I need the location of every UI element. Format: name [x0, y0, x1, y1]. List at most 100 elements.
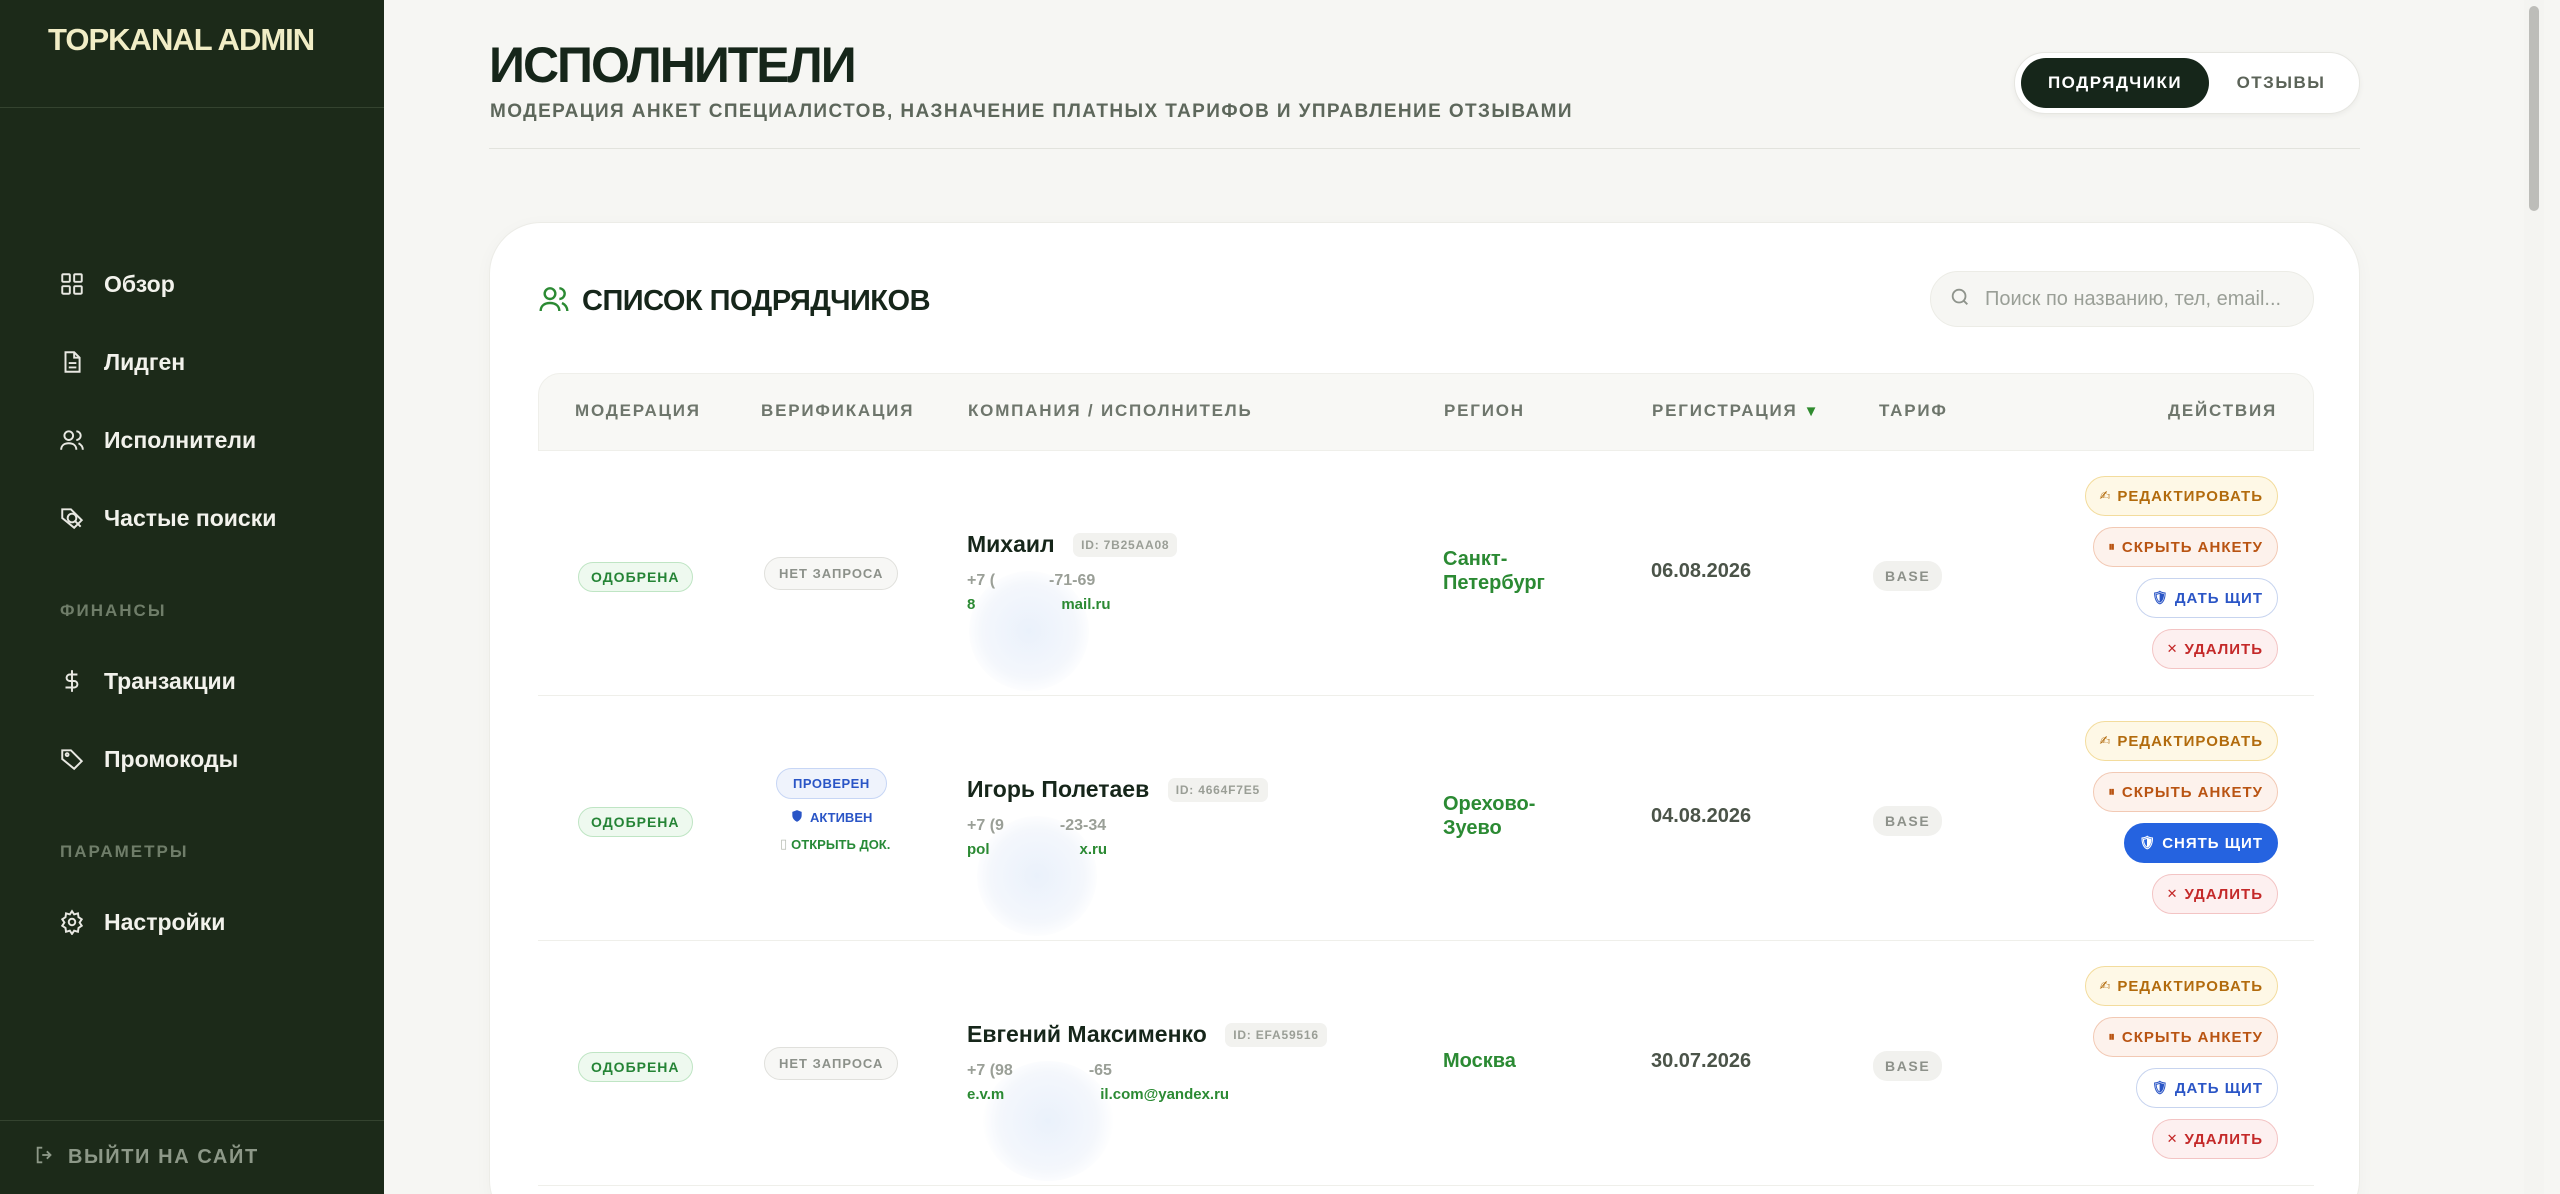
column-region[interactable]: РЕГИОН: [1444, 401, 1525, 421]
column-registration-label: РЕГИСТРАЦИЯ: [1652, 401, 1798, 420]
shield-icon: 🛡: [2151, 590, 2169, 605]
registration-date: 30.07.2026: [1651, 1050, 1752, 1072]
row-actions: ✍ РЕДАКТИРОВАТЬ ⏸ СКРЫТЬ АНКЕТУ 🛡 ДАТЬ ЩИТ …: [2084, 966, 2278, 1170]
verification-active: АКТИВЕН: [790, 809, 890, 826]
moderation-status-badge[interactable]: ОДОБРЕНА: [578, 1052, 693, 1082]
sidebar-item-label: Лидген: [104, 348, 186, 375]
exit-to-site-button[interactable]: ВЫЙТИ НА САЙТ: [0, 1120, 384, 1194]
grid-icon: [58, 270, 86, 298]
contractor-id: ID: 7B25AA08: [1073, 532, 1178, 557]
contractor-email[interactable]: 8 mail.ru: [967, 596, 1177, 613]
sidebar-item-transactions[interactable]: Транзакции: [58, 661, 236, 701]
contractor-email[interactable]: pol x.ru: [967, 841, 1268, 858]
exit-label: ВЫЙТИ НА САЙТ: [68, 1146, 259, 1168]
table-row: ОДОБРЕНА НЕТ ЗАПРОСА Евгений Максименко …: [538, 941, 2314, 1186]
contractor-email[interactable]: e.v.m il.com@yandex.ru: [967, 1086, 1327, 1103]
search-input[interactable]: [1985, 287, 2305, 311]
contractor-info: Игорь Полетаев ID: 4664F7E5 +7 (9 -23-34 …: [967, 776, 1268, 936]
sidebar-section-params: ПАРАМЕТРЫ: [60, 842, 189, 861]
contractor-id: ID: EFA59516: [1225, 1022, 1327, 1047]
close-icon: ✕: [2166, 1131, 2179, 1146]
column-company[interactable]: КОМПАНИЯ / ИСПОЛНИТЕЛЬ: [968, 401, 1253, 421]
open-document-link[interactable]: ▯ ОТКРЫТЬ ДОК.: [780, 836, 890, 852]
row-actions: ✍ РЕДАКТИРОВАТЬ ⏸ СКРЫТЬ АНКЕТУ 🛡 СНЯТЬ ЩИТ…: [2084, 721, 2278, 925]
scrollbar-thumb[interactable]: [2529, 6, 2539, 211]
moderation-status-badge[interactable]: ОДОБРЕНА: [578, 807, 693, 837]
header-divider: [489, 148, 2360, 149]
column-tariff[interactable]: ТАРИФ: [1879, 401, 1948, 421]
verification-status-badge: НЕТ ЗАПРОСА: [764, 557, 899, 590]
card-header: СПИСОК ПОДРЯДЧИКОВ: [538, 283, 931, 320]
contractor-info: Евгений Максименко ID: EFA59516 +7 (98 -6…: [967, 1021, 1327, 1181]
sidebar-item-settings[interactable]: Настройки: [58, 902, 225, 942]
tariff-badge[interactable]: BASE: [1873, 1051, 1943, 1081]
region-text: Санкт- Петербург: [1443, 548, 1545, 594]
pencil-icon: ✍: [2099, 488, 2112, 503]
pencil-icon: ✍: [2099, 978, 2112, 993]
delete-button[interactable]: ✕ УДАЛИТЬ: [2151, 874, 2278, 914]
edit-button[interactable]: ✍ РЕДАКТИРОВАТЬ: [2084, 966, 2278, 1006]
pause-icon: ⏸: [2108, 539, 2116, 554]
column-verification[interactable]: ВЕРИФИКАЦИЯ: [761, 401, 914, 421]
contractors-card: СПИСОК ПОДРЯДЧИКОВ МОДЕРАЦИЯ ВЕРИФИКАЦИЯ…: [489, 222, 2360, 1194]
sidebar-item-promocodes[interactable]: Промокоды: [58, 739, 238, 779]
search-tag-icon: [58, 504, 86, 532]
contractors-table: МОДЕРАЦИЯ ВЕРИФИКАЦИЯ КОМПАНИЯ / ИСПОЛНИ…: [538, 373, 2314, 1186]
edit-button[interactable]: ✍ РЕДАКТИРОВАТЬ: [2084, 476, 2278, 516]
sidebar-item-executors[interactable]: Исполнители: [58, 420, 256, 460]
view-switcher: ПОДРЯДЧИКИ ОТЗЫВЫ: [2014, 52, 2360, 114]
sidebar-item-label: Исполнители: [104, 426, 257, 453]
edit-button[interactable]: ✍ РЕДАКТИРОВАТЬ: [2084, 721, 2278, 761]
logout-icon: [34, 1144, 56, 1171]
close-icon: ✕: [2166, 886, 2179, 901]
contractor-phone: +7 (98 -65: [967, 1062, 1112, 1079]
table-header: МОДЕРАЦИЯ ВЕРИФИКАЦИЯ КОМПАНИЯ / ИСПОЛНИ…: [538, 373, 2314, 451]
sidebar-item-overview[interactable]: Обзор: [58, 264, 175, 304]
registration-date: 04.08.2026: [1651, 805, 1752, 827]
sidebar-item-leadgen[interactable]: Лидген: [58, 342, 185, 382]
sidebar-item-label: Промокоды: [104, 745, 239, 772]
tariff-badge[interactable]: BASE: [1873, 806, 1943, 836]
contractor-name[interactable]: Игорь Полетаев: [967, 776, 1149, 803]
document-icon: [58, 348, 86, 376]
table-row: ОДОБРЕНА ПРОВЕРЕН АКТИВЕН ▯ ОТКРЫТЬ ДОК.: [538, 696, 2314, 941]
delete-button[interactable]: ✕ УДАЛИТЬ: [2151, 1119, 2278, 1159]
column-moderation[interactable]: МОДЕРАЦИЯ: [575, 401, 701, 421]
brand-logo[interactable]: TOPKANAL ADMIN: [0, 0, 384, 108]
contractor-name[interactable]: Михаил: [967, 531, 1055, 558]
sidebar-item-label: Частые поиски: [104, 504, 277, 531]
tab-reviews[interactable]: ОТЗЫВЫ: [2209, 58, 2353, 108]
pause-icon: ⏸: [2108, 784, 2116, 799]
main-content: ИСПОЛНИТЕЛИ МОДЕРАЦИЯ АНКЕТ СПЕЦИАЛИСТОВ…: [384, 0, 2544, 1194]
search-box: [1930, 271, 2314, 327]
contractor-phone: +7 (-71-69: [967, 572, 1096, 589]
dollar-icon: [58, 667, 86, 695]
page-scrollbar[interactable]: [2524, 0, 2544, 1194]
sort-desc-icon: ▼: [1803, 403, 1821, 420]
gear-icon: [58, 908, 86, 936]
region-text: Орехово- Зуево: [1443, 793, 1536, 839]
row-actions: ✍ РЕДАКТИРОВАТЬ ⏸ СКРЫТЬ АНКЕТУ 🛡 ДАТЬ ЩИТ …: [2084, 476, 2278, 680]
page-subtitle: МОДЕРАЦИЯ АНКЕТ СПЕЦИАЛИСТОВ, НАЗНАЧЕНИЕ…: [490, 101, 1573, 122]
verification-status-badge: ПРОВЕРЕН: [776, 768, 887, 799]
contractor-info: Михаил ID: 7B25AA08 +7 (-71-69 8 mail.ru: [967, 531, 1178, 691]
remove-shield-button[interactable]: 🛡 СНЯТЬ ЩИТ: [2123, 823, 2278, 863]
give-shield-button[interactable]: 🛡 ДАТЬ ЩИТ: [2136, 1068, 2278, 1108]
tab-contractors[interactable]: ПОДРЯДЧИКИ: [2021, 58, 2209, 108]
delete-button[interactable]: ✕ УДАЛИТЬ: [2151, 629, 2278, 669]
moderation-status-badge[interactable]: ОДОБРЕНА: [578, 562, 693, 592]
pause-icon: ⏸: [2108, 1029, 2116, 1044]
hide-profile-button[interactable]: ⏸ СКРЫТЬ АНКЕТУ: [2093, 1017, 2278, 1057]
hide-profile-button[interactable]: ⏸ СКРЫТЬ АНКЕТУ: [2093, 527, 2278, 567]
sidebar-item-label: Транзакции: [104, 667, 236, 694]
sidebar-item-frequent-searches[interactable]: Частые поиски: [58, 498, 276, 538]
hide-profile-button[interactable]: ⏸ СКРЫТЬ АНКЕТУ: [2093, 772, 2278, 812]
column-registration[interactable]: РЕГИСТРАЦИЯ ▼: [1652, 401, 1820, 421]
card-title: СПИСОК ПОДРЯДЧИКОВ: [582, 285, 931, 317]
pencil-icon: ✍: [2099, 733, 2112, 748]
tariff-badge[interactable]: BASE: [1873, 561, 1943, 591]
shield-check-icon: [790, 809, 804, 826]
contractor-name[interactable]: Евгений Максименко: [967, 1021, 1207, 1048]
give-shield-button[interactable]: 🛡 ДАТЬ ЩИТ: [2136, 578, 2278, 618]
sidebar-item-label: Настройки: [104, 908, 226, 935]
